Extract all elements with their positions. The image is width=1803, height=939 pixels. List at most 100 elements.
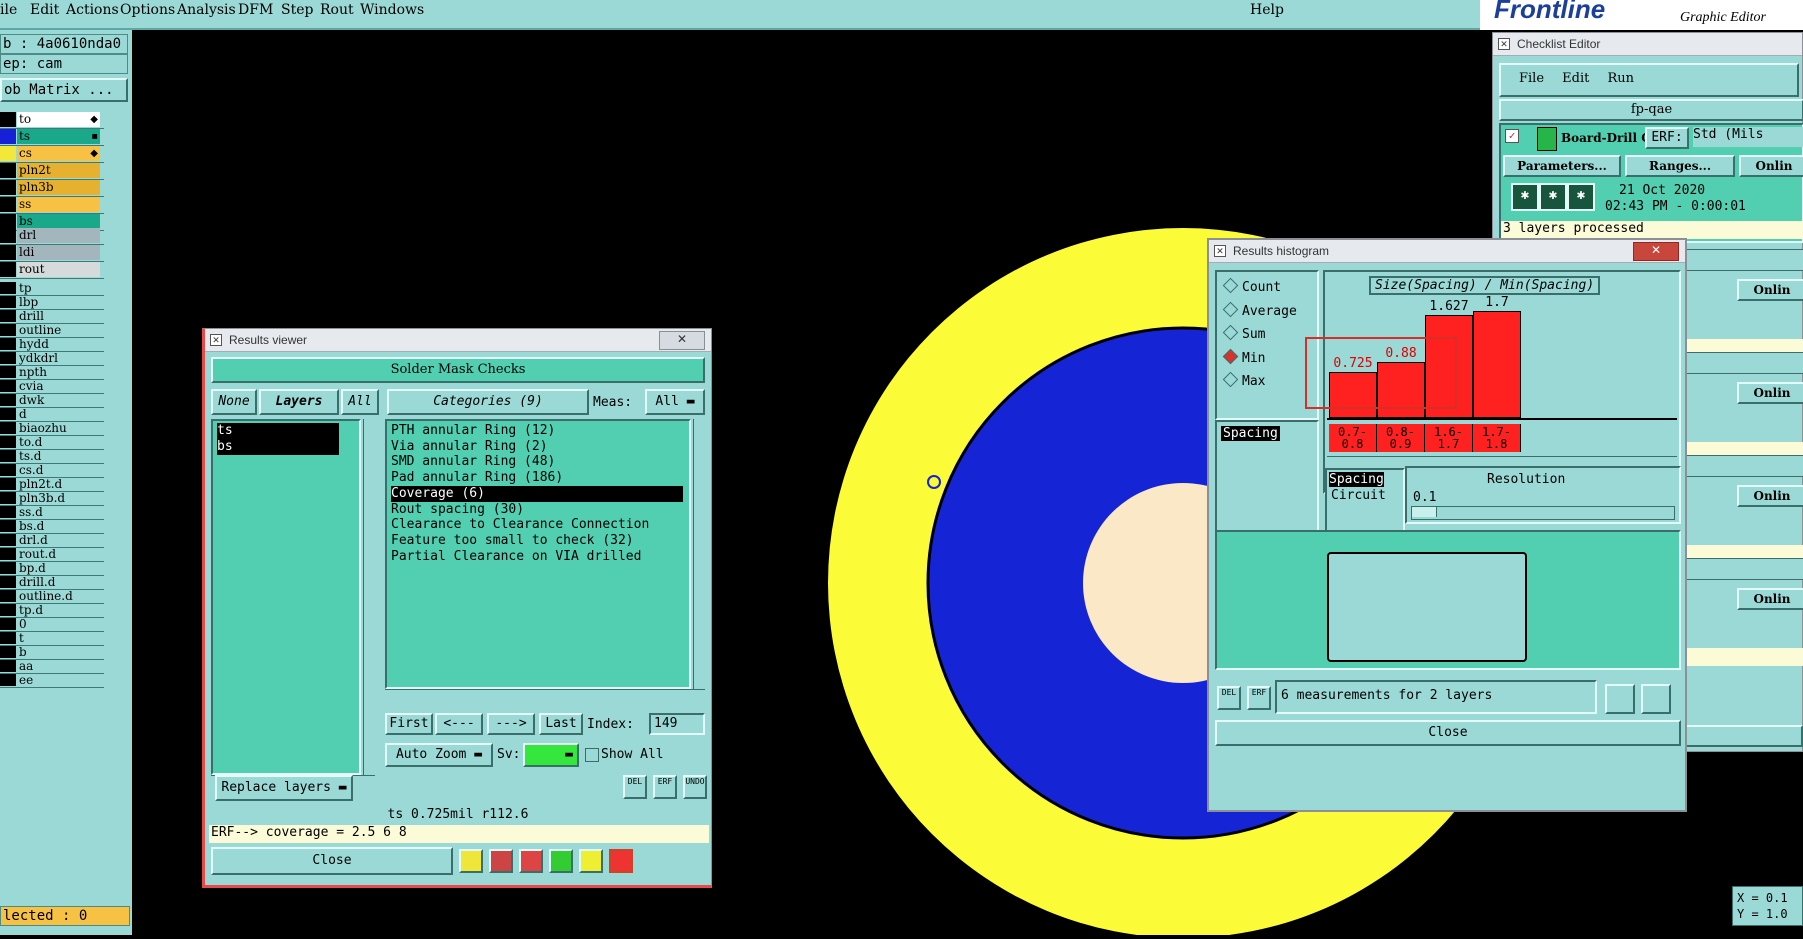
sv-color-dropdown[interactable]: ▬ bbox=[523, 743, 579, 767]
layer-row[interactable]: bs.d bbox=[0, 520, 104, 534]
tool-icon-3[interactable] bbox=[519, 849, 543, 873]
zoom-dropdown[interactable]: Auto Zoom ▬ bbox=[385, 743, 493, 767]
tool-icon-2[interactable] bbox=[489, 849, 513, 873]
check-enabled-icon[interactable]: ✓ bbox=[1505, 129, 1519, 143]
layer-swatch[interactable] bbox=[0, 464, 16, 476]
layer-swatch[interactable] bbox=[0, 632, 16, 644]
layer-result-item[interactable]: bs bbox=[217, 439, 339, 455]
menu-edit[interactable]: Edit bbox=[30, 2, 59, 18]
layer-row[interactable]: rout bbox=[0, 262, 104, 279]
layer-swatch[interactable] bbox=[0, 506, 16, 518]
tool-icon-5[interactable] bbox=[579, 849, 603, 873]
layer-swatch[interactable] bbox=[0, 422, 16, 434]
layer-name[interactable]: outline.d bbox=[17, 590, 100, 602]
layer-row[interactable]: d bbox=[0, 408, 104, 422]
layer-swatch[interactable] bbox=[0, 660, 16, 672]
ranges-button[interactable]: Ranges... bbox=[1625, 155, 1735, 177]
prev-button[interactable]: <--- bbox=[435, 713, 483, 735]
layer-name[interactable]: ee bbox=[17, 674, 100, 686]
layer-row[interactable]: lbp bbox=[0, 296, 104, 310]
layer-swatch[interactable] bbox=[0, 576, 16, 588]
parameters-button[interactable]: Parameters... bbox=[1503, 155, 1621, 177]
menu-actions[interactable]: Actions bbox=[66, 2, 119, 18]
layer-name[interactable]: 0 bbox=[17, 618, 100, 630]
meas-dropdown[interactable]: All ▬ bbox=[645, 389, 705, 415]
layer-row[interactable]: ldi bbox=[0, 245, 104, 262]
layer-name[interactable]: ss.d bbox=[17, 506, 100, 518]
run-icon-3[interactable]: ✱ bbox=[1567, 183, 1595, 211]
layer-row[interactable]: cs ◆ bbox=[0, 146, 104, 163]
first-button[interactable]: First bbox=[385, 713, 433, 735]
stat-option[interactable]: Count bbox=[1222, 277, 1281, 295]
layer-name[interactable]: cvia bbox=[17, 380, 100, 392]
layer-row[interactable]: cs.d bbox=[0, 464, 104, 478]
stat-option[interactable]: Sum bbox=[1222, 324, 1265, 342]
layer-row[interactable]: dwk bbox=[0, 394, 104, 408]
layer-name[interactable]: pln3b bbox=[17, 180, 100, 195]
tool-icon-4[interactable] bbox=[549, 849, 573, 873]
layer-swatch[interactable] bbox=[0, 478, 16, 490]
layer-swatch[interactable] bbox=[0, 590, 16, 602]
layer-swatch[interactable] bbox=[0, 380, 16, 392]
layer-row[interactable]: pln2t bbox=[0, 163, 104, 180]
erf-icon[interactable]: ERF bbox=[653, 775, 677, 799]
check-erf-button[interactable]: ERF: bbox=[1645, 127, 1689, 149]
layer-swatch[interactable] bbox=[0, 352, 16, 364]
layer-row[interactable]: outline.d bbox=[0, 590, 104, 604]
layer-name[interactable]: drill.d bbox=[17, 576, 100, 588]
histogram-icon[interactable] bbox=[609, 849, 633, 873]
layer-row[interactable]: ts.d bbox=[0, 450, 104, 464]
layer-row[interactable]: outline bbox=[0, 324, 104, 338]
layer-name[interactable]: to bbox=[17, 112, 100, 127]
radio-icon[interactable] bbox=[1222, 371, 1239, 388]
layer-results-list[interactable]: ts bs bbox=[211, 419, 361, 775]
radio-icon[interactable] bbox=[1222, 301, 1239, 317]
layer-swatch[interactable] bbox=[0, 646, 16, 658]
erf-icon[interactable]: ERF bbox=[1247, 686, 1271, 710]
layer-name[interactable]: tp.d bbox=[17, 604, 100, 616]
layer-swatch[interactable] bbox=[0, 310, 16, 322]
layer-list-scrollbar[interactable] bbox=[363, 419, 376, 775]
layer-result-item[interactable]: ts bbox=[217, 423, 339, 439]
layer-swatch[interactable] bbox=[0, 112, 16, 127]
radio-icon[interactable] bbox=[1222, 277, 1239, 294]
layer-swatch[interactable] bbox=[0, 562, 16, 574]
results-close-button[interactable]: Close bbox=[211, 847, 453, 875]
slider-handle[interactable] bbox=[1412, 507, 1437, 517]
layer-name[interactable]: hydd bbox=[17, 338, 100, 350]
layer-name[interactable]: dwk bbox=[17, 394, 100, 406]
category-item[interactable]: Clearance to Clearance Connection bbox=[391, 517, 683, 533]
del-icon[interactable]: DEL bbox=[623, 775, 647, 799]
layer-name[interactable]: d bbox=[17, 408, 100, 420]
measure-list-2[interactable]: Spacing Circuit bbox=[1325, 468, 1405, 532]
layer-name[interactable]: cs.d bbox=[17, 464, 100, 476]
menu-dfm[interactable]: DFM bbox=[238, 2, 273, 18]
none-button[interactable]: None bbox=[211, 389, 257, 415]
layer-name[interactable]: biaozhu bbox=[17, 422, 100, 434]
measure-item-spacing[interactable]: Spacing bbox=[1329, 472, 1384, 487]
layer-row[interactable]: tp bbox=[0, 282, 104, 296]
layer-swatch[interactable] bbox=[0, 197, 16, 212]
layer-swatch[interactable] bbox=[0, 394, 16, 406]
histogram-close-button[interactable]: Close bbox=[1215, 720, 1681, 746]
category-hscroll[interactable] bbox=[385, 689, 705, 702]
next-button[interactable]: ---> bbox=[487, 713, 535, 735]
layer-row[interactable]: to ◆ bbox=[0, 112, 104, 129]
online-button[interactable]: Onlin bbox=[1737, 588, 1803, 610]
layer-name[interactable]: lbp bbox=[17, 296, 100, 308]
category-item[interactable]: Partial Clearance on VIA drilled bbox=[391, 549, 683, 565]
layer-name[interactable]: ydkdrl bbox=[17, 352, 100, 364]
layer-swatch[interactable] bbox=[0, 492, 16, 504]
category-scrollbar[interactable] bbox=[693, 419, 706, 689]
layer-swatch[interactable] bbox=[0, 163, 16, 178]
layer-swatch[interactable] bbox=[0, 324, 16, 336]
layer-row[interactable]: biaozhu bbox=[0, 422, 104, 436]
layer-swatch[interactable] bbox=[0, 548, 16, 560]
layer-swatch[interactable] bbox=[0, 296, 16, 308]
layer-name[interactable]: rout.d bbox=[17, 548, 100, 560]
layer-row[interactable]: tp.d bbox=[0, 604, 104, 618]
category-item[interactable]: Coverage (6) bbox=[391, 485, 683, 502]
run-icon-2[interactable]: ✱ bbox=[1539, 183, 1567, 211]
layer-row[interactable]: 0 bbox=[0, 618, 104, 632]
layer-name[interactable]: npth bbox=[17, 366, 100, 378]
